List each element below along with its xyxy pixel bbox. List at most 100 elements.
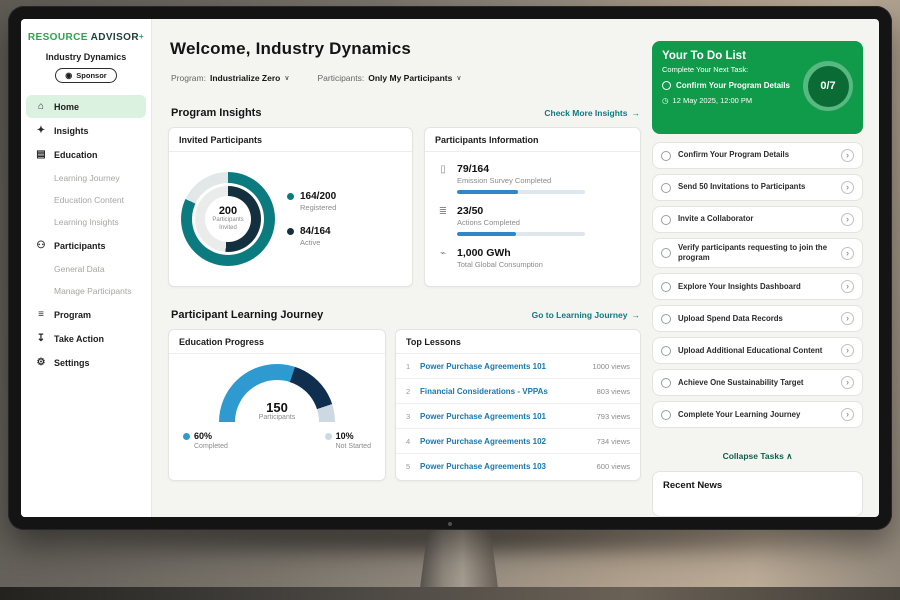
- donut-legend: 164/200 Registered 84/164 Active: [287, 191, 336, 247]
- sidebar-item-label: Manage Participants: [54, 286, 132, 296]
- lesson-link[interactable]: Power Purchase Agreements 103: [420, 462, 597, 471]
- collapse-tasks-link[interactable]: Collapse Tasks ∧: [652, 451, 863, 462]
- chevron-right-icon[interactable]: ›: [841, 181, 854, 194]
- program-filter-value: Industrialize Zero: [210, 73, 280, 83]
- sidebar-item-label: Learning Insights: [54, 217, 119, 227]
- task-row-verify-participants[interactable]: Verify participants requesting to join t…: [652, 238, 863, 268]
- sidebar-item-label: Program: [54, 310, 91, 320]
- sidebar: RESOURCE ADVISOR+ Industry Dynamics ◉ Sp…: [21, 19, 152, 517]
- card-title: Invited Participants: [169, 128, 412, 152]
- sidebar-item-education-content[interactable]: Education Content: [26, 189, 146, 211]
- chevron-right-icon[interactable]: ›: [841, 213, 854, 226]
- lesson-row: 1 Power Purchase Agreements 101 1000 vie…: [396, 354, 640, 379]
- sidebar-item-label: Take Action: [54, 334, 104, 344]
- task-checkbox[interactable]: [661, 378, 671, 388]
- recent-news-title: Recent News: [663, 480, 852, 491]
- card-title: Participants Information: [425, 128, 640, 152]
- education-icon: ▤: [35, 149, 47, 160]
- stat-actions-completed: ≣ 23/50 Actions Completed: [437, 205, 628, 236]
- task-checkbox[interactable]: [661, 346, 671, 356]
- task-row-upload-spend-data[interactable]: Upload Spend Data Records ›: [652, 305, 863, 332]
- sidebar-item-program[interactable]: ≡ Program: [26, 303, 146, 326]
- task-row-send-invitations[interactable]: Send 50 Invitations to Participants ›: [652, 174, 863, 201]
- sponsor-icon: ◉: [65, 72, 72, 80]
- sidebar-item-take-action[interactable]: ↧ Take Action: [26, 327, 146, 350]
- chevron-right-icon[interactable]: ›: [841, 280, 854, 293]
- monitor-power-light: [448, 522, 452, 526]
- legend-dot: [183, 433, 190, 440]
- legend-dot: [287, 193, 294, 200]
- section-title-program-insights: Program Insights: [171, 107, 261, 119]
- sidebar-item-home[interactable]: ⌂ Home: [26, 95, 146, 118]
- task-row-invite-collaborator[interactable]: Invite a Collaborator ›: [652, 206, 863, 233]
- task-checkbox[interactable]: [661, 282, 671, 292]
- sidebar-item-insights[interactable]: ✦ Insights: [26, 119, 146, 142]
- checkbox-circle-icon[interactable]: [662, 81, 671, 90]
- chevron-right-icon[interactable]: ›: [841, 312, 854, 325]
- check-more-insights-link[interactable]: Check More Insights →: [544, 108, 640, 118]
- task-checkbox[interactable]: [661, 410, 671, 420]
- app-window: RESOURCE ADVISOR+ Industry Dynamics ◉ Sp…: [21, 19, 879, 517]
- task-checkbox[interactable]: [661, 183, 671, 193]
- program-icon: ≡: [35, 309, 47, 320]
- sidebar-item-settings[interactable]: ⚙ Settings: [26, 351, 146, 374]
- legend-item-registered: 164/200 Registered: [287, 191, 336, 212]
- logo-plus: +: [139, 32, 144, 41]
- todo-next-task[interactable]: Confirm Your Program Details: [662, 81, 802, 90]
- sidebar-item-education[interactable]: ▤ Education: [26, 143, 146, 166]
- lesson-link[interactable]: Financial Considerations - VPPAs: [420, 387, 597, 396]
- task-row-confirm-program[interactable]: Confirm Your Program Details ›: [652, 142, 863, 169]
- sidebar-item-label: Insights: [54, 126, 89, 136]
- sidebar-item-learning-insights[interactable]: Learning Insights: [26, 211, 146, 233]
- task-row-complete-learning-journey[interactable]: Complete Your Learning Journey ›: [652, 401, 863, 428]
- sidebar-item-label: Settings: [54, 358, 90, 368]
- sidebar-nav: ⌂ Home ✦ Insights ▤ Education Learning J…: [21, 95, 151, 374]
- chevron-right-icon[interactable]: ›: [841, 376, 854, 389]
- lesson-link[interactable]: Power Purchase Agreements 101: [420, 412, 597, 421]
- chevron-right-icon[interactable]: ›: [841, 408, 854, 421]
- gauge-center-label: Participants: [219, 414, 335, 421]
- participants-filter[interactable]: Participants: Only My Participants ∨: [317, 73, 461, 83]
- section-title-learning-journey: Participant Learning Journey: [171, 309, 323, 321]
- invited-participants-card: Invited Participants 200 Participants In…: [168, 127, 413, 287]
- sponsor-badge[interactable]: ◉ Sponsor: [55, 68, 116, 83]
- sidebar-item-general-data[interactable]: General Data: [26, 258, 146, 280]
- lesson-link[interactable]: Power Purchase Agreements 101: [420, 362, 592, 371]
- lesson-link[interactable]: Power Purchase Agreements 102: [420, 437, 597, 446]
- chevron-right-icon[interactable]: ›: [841, 344, 854, 357]
- sidebar-item-participants[interactable]: ⚇ Participants: [26, 234, 146, 257]
- program-filter[interactable]: Program: Industrialize Zero ∨: [171, 73, 289, 83]
- invited-participants-donut-chart: 200 Participants Invited: [181, 172, 275, 266]
- task-checkbox[interactable]: [661, 151, 671, 161]
- monitor-frame: RESOURCE ADVISOR+ Industry Dynamics ◉ Sp…: [8, 6, 892, 530]
- education-progress-card: Education Progress 150 Participants: [168, 329, 386, 481]
- settings-icon: ⚙: [35, 357, 47, 368]
- donut-center-value: 200: [219, 205, 237, 217]
- task-checkbox[interactable]: [661, 248, 671, 258]
- logo-text-advisor: ADVISOR: [91, 32, 139, 43]
- chevron-right-icon[interactable]: ›: [841, 247, 854, 260]
- home-icon: ⌂: [35, 101, 47, 112]
- progress-bar: [457, 232, 585, 236]
- task-list: Confirm Your Program Details › Send 50 I…: [652, 142, 863, 428]
- chevron-down-icon: ∨: [284, 74, 289, 82]
- task-row-achieve-target[interactable]: Achieve One Sustainability Target ›: [652, 369, 863, 396]
- task-checkbox[interactable]: [661, 215, 671, 225]
- sidebar-item-manage-participants[interactable]: Manage Participants: [26, 280, 146, 302]
- card-title: Top Lessons: [396, 330, 640, 354]
- stat-global-consumption: ⌁ 1,000 GWh Total Global Consumption: [437, 247, 628, 269]
- participants-information-card: Participants Information ▯ 79/164 Emissi…: [424, 127, 641, 287]
- chevron-right-icon[interactable]: ›: [841, 149, 854, 162]
- sidebar-item-label: Education: [54, 150, 98, 160]
- go-to-learning-journey-link[interactable]: Go to Learning Journey →: [532, 310, 640, 320]
- clock-icon: ◷: [662, 96, 669, 105]
- app-logo: RESOURCE ADVISOR+: [21, 32, 151, 43]
- task-row-explore-insights[interactable]: Explore Your Insights Dashboard ›: [652, 273, 863, 300]
- sidebar-item-learning-journey[interactable]: Learning Journey: [26, 167, 146, 189]
- task-row-upload-educational-content[interactable]: Upload Additional Educational Content ›: [652, 337, 863, 364]
- participants-icon: ⚇: [35, 240, 47, 251]
- sidebar-item-label: Home: [54, 102, 79, 112]
- stat-emission-survey: ▯ 79/164 Emission Survey Completed: [437, 163, 628, 194]
- page-title: Welcome, Industry Dynamics: [170, 39, 411, 59]
- task-checkbox[interactable]: [661, 314, 671, 324]
